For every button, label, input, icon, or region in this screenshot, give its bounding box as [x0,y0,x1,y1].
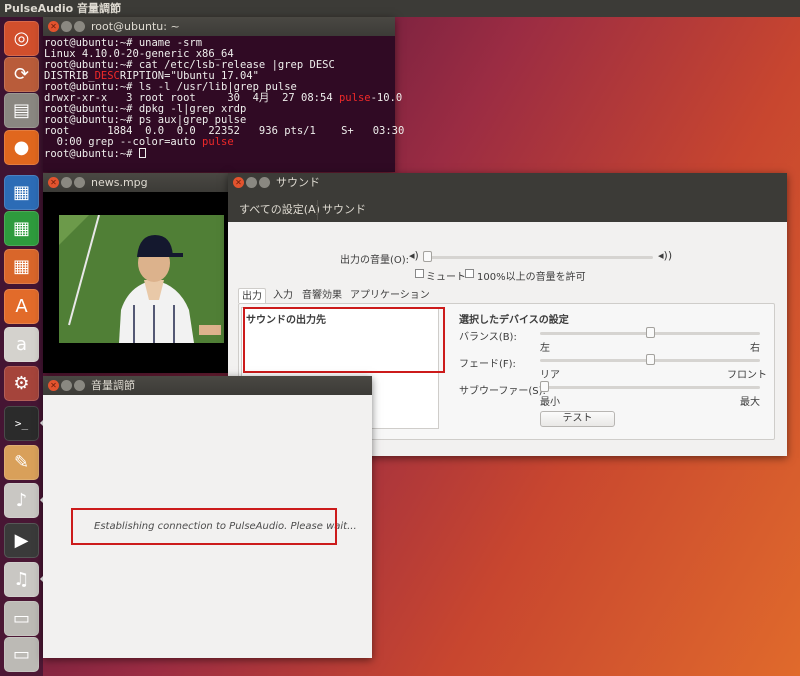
minimize-icon[interactable] [246,177,257,188]
minimize-icon[interactable] [61,21,72,32]
terminal-text: -10.0 [370,92,403,104]
software-updater-icon[interactable]: ⟳ [4,57,39,92]
mute-label: ミュート [426,272,466,283]
balance-left-label: 左 [540,343,550,354]
maximize-icon[interactable] [74,177,85,188]
mute-checkbox[interactable] [415,269,424,278]
fade-rear-label: リア [540,370,560,381]
terminal-icon[interactable]: >_ [4,406,39,441]
active-app-title: PulseAudio 音量調節 [4,2,122,15]
text-editor-icon[interactable]: ✎ [4,445,39,480]
device-settings-header: 選択したデバイスの設定 [459,315,569,326]
all-settings-button[interactable]: すべての設定(A) [235,200,324,220]
files-icon[interactable]: ▤ [4,93,39,128]
sound-breadcrumb-button[interactable]: サウンド [317,200,370,220]
terminal-line: root@ubuntu:~# [44,148,395,160]
fade-knob[interactable] [645,354,655,365]
output-volume-slider[interactable] [423,256,653,259]
top-panel: PulseAudio 音量調節 [0,0,800,17]
video-player-icon[interactable]: ▶ [4,523,39,558]
fade-front-label: フロント [727,370,767,381]
volume-high-icon: ◂)) [658,249,673,262]
subwoofer-knob[interactable] [540,381,549,392]
maximize-icon[interactable] [74,21,85,32]
tab-output[interactable]: 出力 [238,288,266,303]
balance-knob[interactable] [645,327,655,338]
close-icon[interactable]: ✕ [48,177,59,188]
libreoffice-impress-icon[interactable]: ▦ [4,249,39,284]
ubuntu-software-icon[interactable]: A [4,289,39,324]
video-titlebar[interactable]: ✕ news.mpg [43,173,228,192]
libreoffice-writer-icon[interactable]: ▦ [4,175,39,210]
window-title: 音量調節 [91,379,135,392]
drive-icon-2[interactable]: ▭ [4,637,39,672]
output-volume-label: 出力の音量(O): [340,255,410,266]
ubuntu-dash-icon[interactable]: ◎ [4,21,39,56]
close-icon[interactable]: ✕ [48,380,59,391]
minimize-icon[interactable] [61,380,72,391]
subwoofer-slider[interactable] [540,386,760,389]
fade-label: フェード(F): [459,359,516,370]
window-title: news.mpg [91,176,148,189]
amazon-icon[interactable]: a [4,327,39,362]
terminal-prompt: root@ubuntu:~# [44,148,139,160]
subwoofer-min-label: 最小 [540,397,560,408]
highlight-box [243,307,445,373]
close-icon[interactable]: ✕ [233,177,244,188]
launcher: ◎ ⟳ ▤ ● ▦ ▦ ▦ Aa ⚙ >_ ✎ ♪ ▶ ♫ ▭ ▭ [0,17,44,676]
terminal-line: 0:00 grep --color=auto pulse [44,137,395,148]
terminal-match: pulse [202,136,234,148]
tab-input[interactable]: 入力 [270,288,296,303]
baseball-player-image [59,215,224,343]
test-button[interactable]: テスト [540,411,615,427]
maximize-icon[interactable] [259,177,270,188]
minimize-icon[interactable] [61,177,72,188]
drive-icon[interactable]: ▭ [4,601,39,636]
window-title: サウンド [276,176,320,189]
subwoofer-label: サブウーファー(S): [459,386,546,397]
output-volume-knob[interactable] [423,251,432,262]
volume-control-window[interactable]: ✕ 音量調節 Establishing connection to PulseA… [43,376,372,658]
terminal-titlebar[interactable]: ✕ root@ubuntu: ~ [43,17,395,36]
volume-low-icon: ◂) [409,249,419,262]
terminal-text: 0:00 grep --color=auto [44,136,203,148]
libreoffice-calc-icon[interactable]: ▦ [4,211,39,246]
close-icon[interactable]: ✕ [48,21,59,32]
subwoofer-max-label: 最大 [740,397,760,408]
tab-applications[interactable]: アプリケーション [347,288,433,303]
volume-titlebar[interactable]: ✕ 音量調節 [43,376,372,395]
window-title: root@ubuntu: ~ [91,20,180,33]
audacious-icon[interactable]: ♪ [4,483,39,518]
allow-over-100-checkbox[interactable] [465,269,474,278]
balance-label: バランス(B): [459,332,517,343]
highlight-box [71,508,337,545]
terminal-window[interactable]: ✕ root@ubuntu: ~ root@ubuntu:~# uname -s… [43,17,404,172]
balance-right-label: 右 [750,343,760,354]
maximize-icon[interactable] [74,380,85,391]
audio-player-icon[interactable]: ♫ [4,562,39,597]
allow-over-100-label: 100%以上の音量を許可 [477,272,586,283]
firefox-icon[interactable]: ● [4,130,39,165]
video-frame[interactable] [59,215,224,343]
tab-effects[interactable]: 音響効果 [299,288,345,303]
terminal-match: pulse [338,92,371,104]
video-window[interactable]: ✕ news.mpg [43,173,228,373]
terminal-cursor [138,148,146,158]
system-settings-icon[interactable]: ⚙ [4,366,39,401]
terminal-output[interactable]: root@ubuntu:~# uname -srm Linux 4.10.0-20… [43,36,404,160]
sound-toolbar: ✕ サウンド すべての設定(A) サウンド [228,173,787,222]
